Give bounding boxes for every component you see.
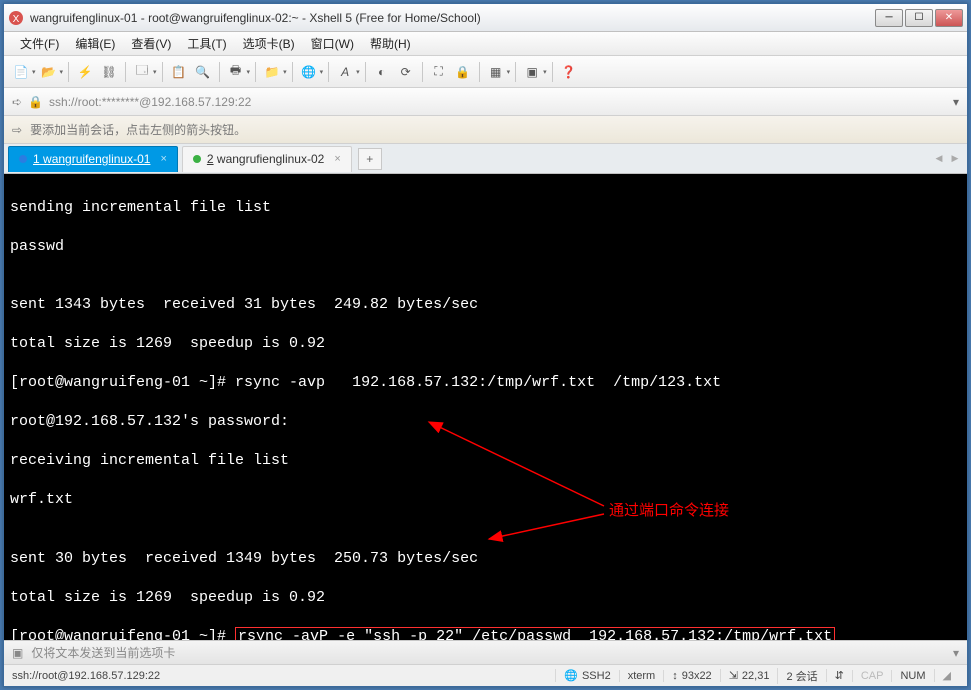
tab-number: 2 — [207, 152, 214, 166]
toolbar: 📄▾ 📂▾ ⚡ ⛓ 🗔▾ 📋 🔍 🖶▾ 📁▾ 🌐▾ A▾ ◐ ⟳ ⛶ 🔒 ▦▾ … — [4, 56, 967, 88]
color-icon[interactable]: ◐ — [371, 61, 393, 83]
term-line: sent 30 bytes received 1349 bytes 250.73… — [10, 549, 961, 569]
tab-session-2[interactable]: 2 wangrufienglinux-02 × — [182, 146, 352, 172]
compose-placeholder[interactable]: 仅将文本发送到当前选项卡 — [31, 644, 945, 661]
tip-text: 要添加当前会话，点击左侧的箭头按钮。 — [30, 121, 246, 138]
status-updown-icon: ⇵ — [826, 669, 852, 682]
minimize-button[interactable]: ─ — [875, 9, 903, 27]
reconnect-icon[interactable]: ⚡ — [74, 61, 96, 83]
compose-bar: ▣ 仅将文本发送到当前选项卡 ▾ — [4, 640, 967, 664]
highlighted-command-1: rsync -avP -e "ssh -p 22" /etc/passwd 19… — [235, 627, 835, 641]
tipbar: ⇨ 要添加当前会话，点击左侧的箭头按钮。 — [4, 116, 967, 144]
menu-tools[interactable]: 工具(T) — [179, 35, 234, 52]
compose-icon[interactable]: ▣ — [12, 646, 23, 660]
menu-help[interactable]: 帮助(H) — [362, 35, 419, 52]
tab-close-icon[interactable]: × — [334, 153, 340, 165]
terminal[interactable]: sending incremental file list passwd sen… — [4, 174, 967, 640]
tab-nav: ◀ ▶ — [931, 149, 963, 169]
status-pos: ⇲ 22,31 — [720, 669, 778, 682]
lock-icon: 🔒 — [28, 95, 43, 109]
term-line: total size is 1269 speedup is 0.92 — [10, 588, 961, 608]
tab-close-icon[interactable]: × — [160, 153, 166, 165]
addressbar: ➪ 🔒 ssh://root:********@192.168.57.129:2… — [4, 88, 967, 116]
compose-dropdown-icon[interactable]: ▾ — [953, 646, 959, 660]
paste-icon[interactable]: 🔍 — [192, 61, 214, 83]
menu-tab[interactable]: 选项卡(B) — [235, 35, 303, 52]
maximize-button[interactable]: ☐ — [905, 9, 933, 27]
tile-icon[interactable]: ▣ — [521, 61, 543, 83]
disconnect-icon[interactable]: ⛓ — [98, 61, 120, 83]
status-term-type: xterm — [619, 670, 664, 682]
app-icon: X — [8, 10, 24, 26]
tab-next-icon[interactable]: ▶ — [947, 149, 963, 169]
status-size: ↕ 93x22 — [663, 670, 719, 682]
term-line: [root@wangruifeng-01 ~]# rsync -avp 192.… — [10, 373, 961, 393]
status-resize-grip[interactable]: ◢ — [934, 669, 959, 682]
tab-label: wangrufienglinux-02 — [217, 152, 324, 166]
address-text[interactable]: ssh://root:********@192.168.57.129:22 — [49, 95, 947, 109]
term-line: sent 1343 bytes received 31 bytes 249.82… — [10, 295, 961, 315]
menu-edit[interactable]: 编辑(E) — [67, 35, 123, 52]
tab-number: 1 — [33, 152, 40, 166]
tab-session-1[interactable]: 1 wangruifenglinux-01 × — [8, 146, 178, 172]
print-icon[interactable]: 🖶 — [225, 61, 247, 83]
tab-prev-icon[interactable]: ◀ — [931, 149, 947, 169]
properties-icon[interactable]: 🗔 — [131, 61, 153, 83]
new-session-icon[interactable]: 📄 — [10, 61, 32, 83]
menu-window[interactable]: 窗口(W) — [303, 35, 362, 52]
tip-arrow-icon[interactable]: ⇨ — [12, 123, 22, 137]
titlebar: X wangruifenglinux-01 - root@wangruifeng… — [4, 4, 967, 32]
script-icon[interactable]: ⟳ — [395, 61, 417, 83]
address-dropdown-icon[interactable]: ▾ — [953, 95, 959, 109]
status-address: ssh://root@192.168.57.129:22 — [12, 670, 555, 682]
status-ssh: 🌐SSH2 — [555, 669, 618, 682]
term-line: total size is 1269 speedup is 0.92 — [10, 334, 961, 354]
tab-status-dot — [19, 155, 27, 163]
menubar: 文件(F) 编辑(E) 查看(V) 工具(T) 选项卡(B) 窗口(W) 帮助(… — [4, 32, 967, 56]
xftp-icon[interactable]: 📁 — [261, 61, 283, 83]
window-title: wangruifenglinux-01 - root@wangruifengli… — [30, 11, 875, 25]
globe-icon[interactable]: 🌐 — [298, 61, 320, 83]
term-line: [root@wangruifeng-01 ~]# rsync -avP -e "… — [10, 627, 961, 641]
close-button[interactable]: ✕ — [935, 9, 963, 27]
statusbar: ssh://root@192.168.57.129:22 🌐SSH2 xterm… — [4, 664, 967, 686]
status-num: NUM — [891, 670, 933, 682]
tabstrip: 1 wangruifenglinux-01 × 2 wangrufienglin… — [4, 144, 967, 174]
menu-file[interactable]: 文件(F) — [12, 35, 67, 52]
status-sessions: 2 会话 — [777, 668, 825, 684]
fullscreen-icon[interactable]: ⛶ — [428, 61, 450, 83]
app-window: X wangruifenglinux-01 - root@wangruifeng… — [3, 3, 968, 687]
term-line: passwd — [10, 237, 961, 257]
globe-icon: 🌐 — [564, 669, 578, 682]
tab-label: wangruifenglinux-01 — [43, 152, 150, 166]
sessionmgr-icon[interactable]: ▦ — [485, 61, 507, 83]
font-icon[interactable]: A — [334, 61, 356, 83]
term-line: receiving incremental file list — [10, 451, 961, 471]
term-line: sending incremental file list — [10, 198, 961, 218]
term-line: root@192.168.57.132's password: — [10, 412, 961, 432]
status-cap: CAP — [852, 670, 892, 682]
menu-view[interactable]: 查看(V) — [123, 35, 179, 52]
tab-status-dot — [193, 155, 201, 163]
help-icon[interactable]: ❓ — [558, 61, 580, 83]
addressbar-add-icon[interactable]: ➪ — [12, 95, 22, 109]
svg-text:X: X — [13, 14, 20, 25]
lock-icon[interactable]: 🔒 — [452, 61, 474, 83]
annotation-label: 通过端口命令连接 — [609, 501, 729, 521]
window-buttons: ─ ☐ ✕ — [875, 9, 963, 27]
open-icon[interactable]: 📂 — [38, 61, 60, 83]
term-line: wrf.txt — [10, 490, 961, 510]
copy-icon[interactable]: 📋 — [168, 61, 190, 83]
tab-add-button[interactable]: + — [358, 148, 382, 170]
